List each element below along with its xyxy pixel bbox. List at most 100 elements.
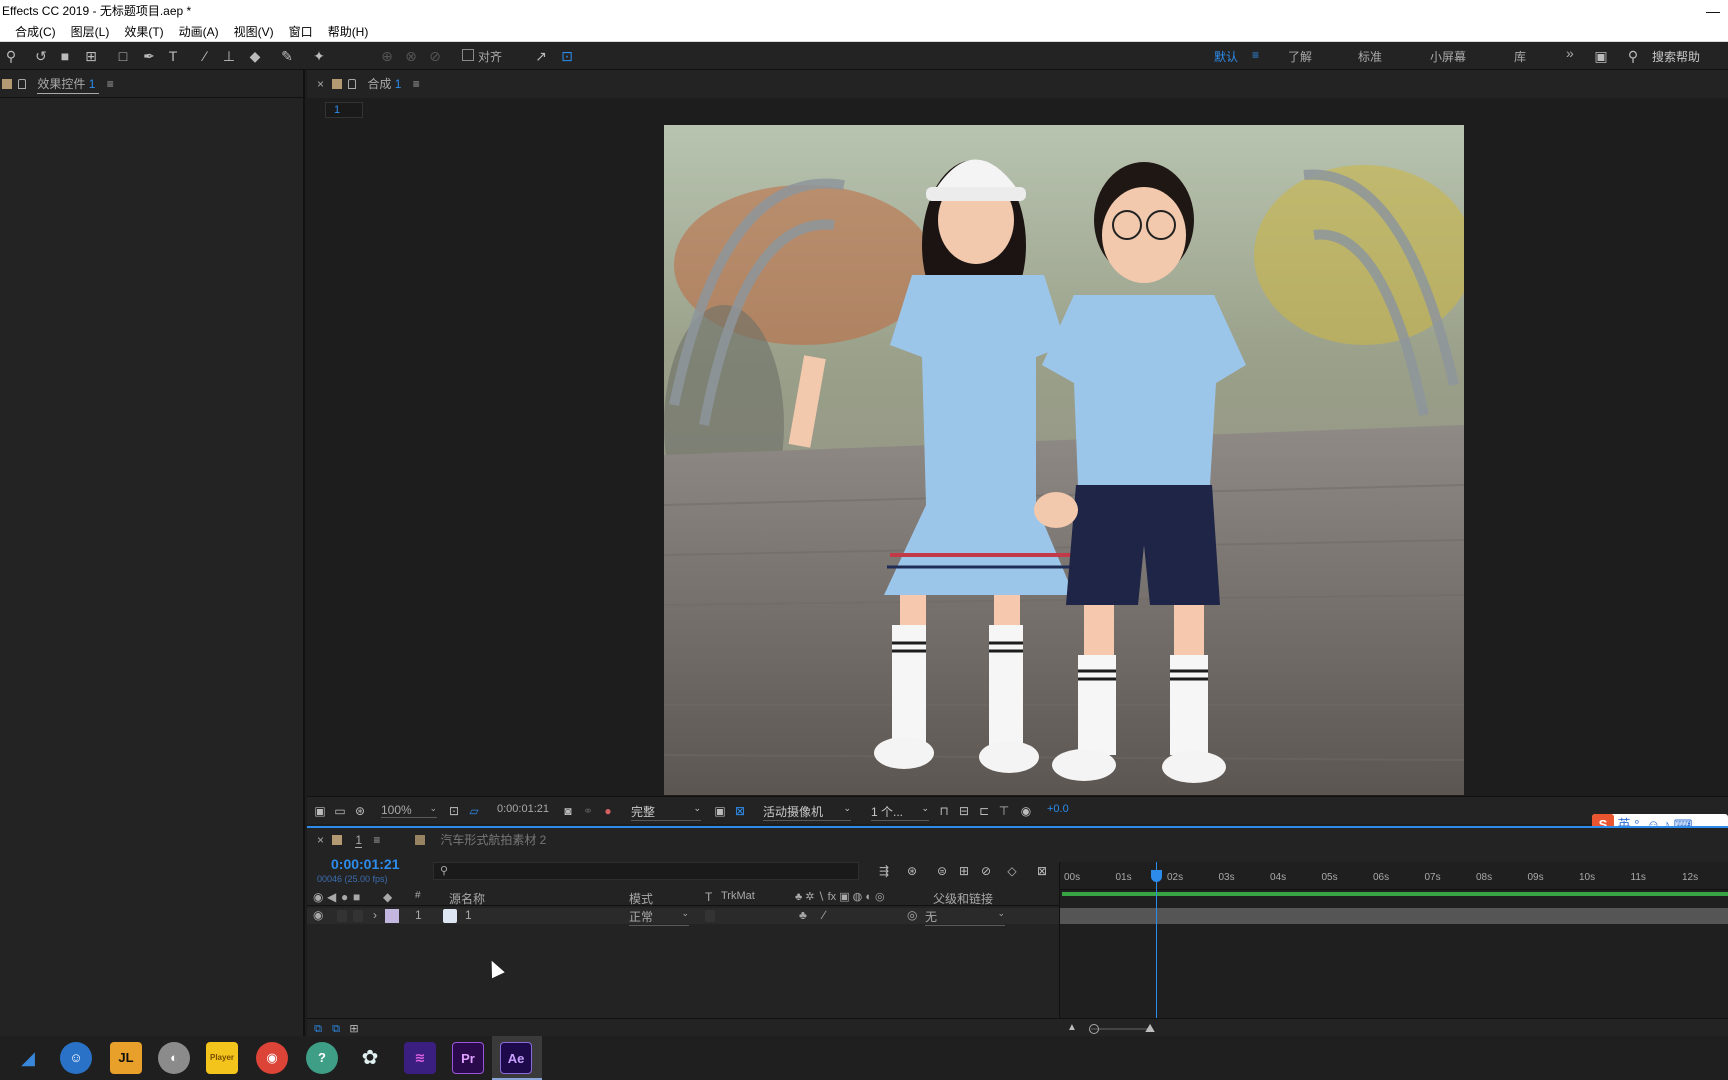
menu-view[interactable]: 视图(V) [234,22,274,42]
layer-duration-bar[interactable] [1060,908,1728,924]
timeline-icon[interactable]: ⊟ [955,802,973,820]
snap-target-icon[interactable]: ⊡ [558,47,576,65]
jl-icon[interactable]: JL [110,1042,142,1074]
monitor-icon[interactable]: ▭ [331,802,349,820]
expand-layer-icon[interactable]: › [373,908,377,922]
label-header-icon[interactable]: ◆ [383,890,392,904]
rectangle-tool-icon[interactable]: □ [114,47,132,65]
app-icon[interactable]: ? [306,1042,338,1074]
current-time-display[interactable]: 0:00:01:21 [331,856,400,872]
layer-search-input[interactable]: ⚲ [433,862,859,880]
pan-behind-tool-icon[interactable]: ⊞ [82,47,100,65]
eye-header-icon[interactable]: ◉ [313,890,323,904]
menu-animation[interactable]: 动画(A) [179,22,219,42]
comp-flowchart-icon[interactable]: ⊏ [975,802,993,820]
brush-tool-icon[interactable]: ∕ [196,47,214,65]
layer-mode-dropdown[interactable]: 正常 ⌄ [629,908,689,926]
lock-icon[interactable] [348,79,357,89]
source-name-header[interactable]: 源名称 [449,890,485,907]
exposure-icon[interactable]: ◉ [1017,802,1035,820]
show-snapshot-icon[interactable]: ⚭ [579,802,597,820]
panel-menu-icon[interactable]: ≡ [107,77,114,91]
flower-icon[interactable]: ✿ [354,1042,386,1074]
shy-layers-icon[interactable]: ⊜ [933,862,951,880]
fit-icon[interactable]: ⊓ [935,802,953,820]
mask-view-icon[interactable]: ⊛ [351,802,369,820]
playhead[interactable] [1151,862,1162,1018]
align-checkbox[interactable] [462,49,474,61]
snapshot-icon[interactable]: ◙ [559,802,577,820]
clone-stamp-tool-icon[interactable]: ⊥ [220,47,238,65]
effect-controls-tab[interactable]: 效果控件 1 ≡ [0,70,305,98]
panel-menu-icon[interactable]: ≡ [373,833,380,847]
menu-effect[interactable]: 效果(T) [124,22,163,42]
layer-label-color[interactable] [385,909,399,923]
lock-toggle[interactable] [353,910,363,922]
preserve-transparency-toggle[interactable] [705,910,715,922]
snap-icon[interactable]: ↗ [532,47,550,65]
work-area-bar[interactable] [1062,892,1728,896]
fast-previews-icon[interactable]: ▣ [711,802,729,820]
timeline-track-area[interactable]: 00s 01s 02s 03s 04s 05s 06s 07s 08s 09s 10s 11s 12s [1059,862,1728,1018]
world-axis-icon[interactable]: ⊗ [402,47,420,65]
mode-header[interactable]: 模式 [629,890,653,907]
eraser-tool-icon[interactable]: ◆ [246,47,264,65]
graph-editor-icon[interactable]: ◇ [1003,862,1021,880]
draft-3d-icon[interactable]: ⊛ [903,862,921,880]
layer-name[interactable]: 1 [465,908,472,922]
menu-help[interactable]: 帮助(H) [328,22,369,42]
channel-icon[interactable]: ● [599,802,617,820]
composition-breadcrumb[interactable]: 1 [325,102,363,118]
pickwhip-icon[interactable]: ◎ [907,908,917,922]
zoom-tool-icon[interactable]: ⚲ [2,47,20,65]
text-tool-icon[interactable]: T [164,47,182,65]
workspace-standard[interactable]: 标准 [1358,48,1382,65]
views-dropdown[interactable]: 1 个... ⌄ [871,803,929,821]
timeline-tab-other[interactable]: 汽车形式航拍素材 2 [415,826,546,854]
premiere-icon[interactable]: Pr [452,1042,484,1074]
exposure-value[interactable]: +0.0 [1047,803,1069,815]
workspace-small-screen[interactable]: 小屏幕 [1430,48,1466,65]
disk-icon[interactable]: ◐ [158,1042,190,1074]
panel-menu-icon[interactable]: ≡ [413,77,420,91]
pen-tool-icon[interactable]: ✒ [140,47,158,65]
local-axis-icon[interactable]: ⊕ [378,47,396,65]
menu-window[interactable]: 窗口 [289,22,313,42]
trkmat-header[interactable]: TrkMat [721,890,755,902]
start-icon[interactable]: ◢ [12,1042,44,1074]
view-axis-icon[interactable]: ⊘ [426,47,444,65]
playhead-handle[interactable] [1151,870,1162,882]
resolution-dropdown[interactable]: 完整 ⌄ [631,803,701,821]
zoom-slider-handle[interactable] [1089,1024,1099,1034]
media-icon[interactable]: ≋ [404,1042,436,1074]
comp-mini-flowchart-icon[interactable]: ⇶ [875,862,893,880]
close-tab-icon[interactable]: × [317,833,324,847]
viewer-timecode[interactable]: 0:00:01:21 [497,803,549,815]
audio-toggle[interactable] [337,910,347,922]
solo-header-icon[interactable]: ● [341,890,348,904]
motion-blur-icon[interactable]: ⊘ [977,862,995,880]
aftereffects-icon[interactable]: Ae [500,1042,532,1074]
composition-viewer-image[interactable] [664,125,1464,795]
camera-tool-icon[interactable]: ■ [56,47,74,65]
transparency-grid-icon[interactable]: ▱ [465,802,483,820]
region-of-interest-icon[interactable]: ⊡ [445,802,463,820]
timeline-tab[interactable]: × 1 ≡ [317,826,380,854]
close-tab-icon[interactable]: × [317,77,324,91]
grid-guides-icon[interactable]: ⊠ [731,802,749,820]
camera-dropdown[interactable]: 活动摄像机 ⌄ [763,803,851,821]
audio-header-icon[interactable]: ◀ [327,890,336,904]
workspace-libraries[interactable]: 库 [1514,48,1526,65]
graph-toggle-icon[interactable]: ⊠ [1033,862,1051,880]
qq-icon[interactable]: ☺ [60,1042,92,1074]
menu-composition[interactable]: 合成(C) [15,22,56,42]
flowchart-icon[interactable]: ⊤ [995,802,1013,820]
rotate-tool-icon[interactable]: ↺ [32,47,50,65]
minimize-button[interactable]: — [1706,0,1720,22]
parent-header[interactable]: 父级和链接 [933,890,993,907]
puppet-pin-tool-icon[interactable]: ✦ [310,47,328,65]
chrome-icon[interactable]: ◉ [256,1042,288,1074]
menu-layer[interactable]: 图层(L) [71,22,110,42]
workspace-menu-icon[interactable]: ≡ [1252,48,1259,62]
zoom-out-icon[interactable]: ▲ [1063,1019,1081,1037]
